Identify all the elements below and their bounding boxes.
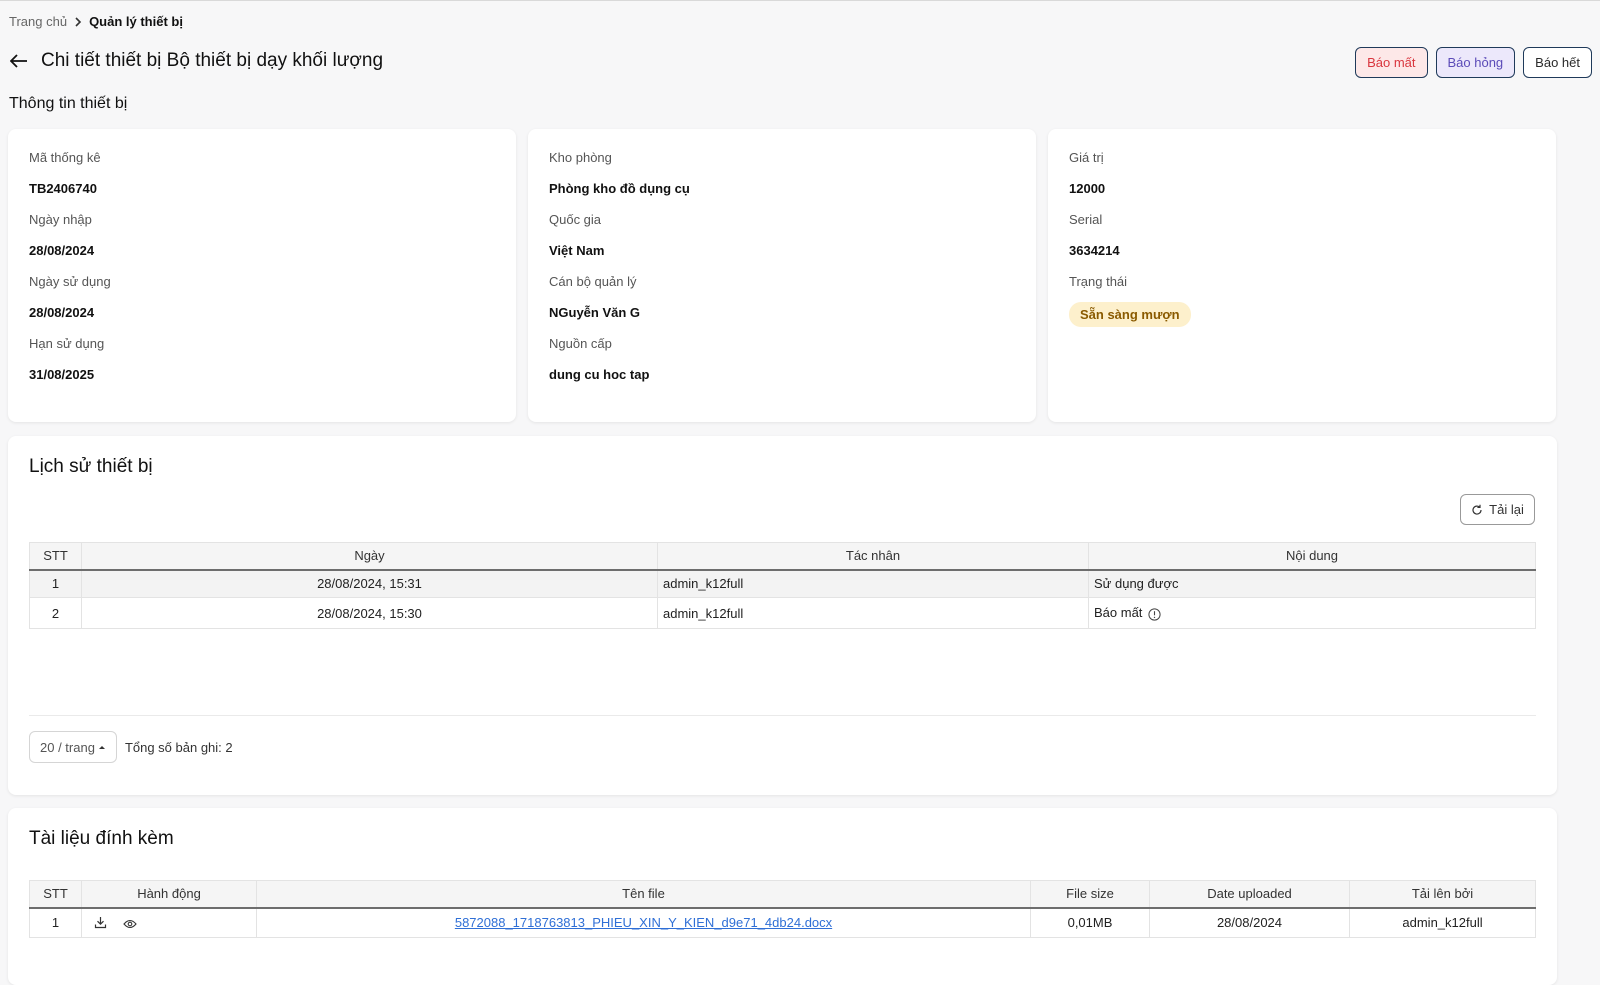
chevron-right-icon bbox=[73, 16, 83, 27]
history-title: Lịch sử thiết bị bbox=[29, 456, 153, 477]
status-badge: Sẵn sàng mượn bbox=[1069, 302, 1191, 327]
info-card-2: Kho phòng Phòng kho đồ dụng cụ Quốc gia … bbox=[528, 129, 1036, 422]
table-row[interactable]: 1 28/08/2024, 15:31 admin_k12full Sử dụn… bbox=[29, 569, 1536, 598]
pagination: 20 / trang Tổng số bản ghi: 2 bbox=[29, 731, 233, 763]
field-label: Hạn sử dụng bbox=[29, 336, 105, 351]
field-value: Phòng kho đồ dụng cụ bbox=[549, 181, 690, 196]
field-label: Nguồn cấp bbox=[549, 336, 612, 351]
column-header[interactable]: Tải lên bởi bbox=[1349, 880, 1536, 909]
column-header[interactable]: STT bbox=[29, 880, 82, 909]
column-header[interactable]: File size bbox=[1030, 880, 1150, 909]
reload-label: Tải lại bbox=[1489, 502, 1524, 517]
column-header[interactable]: Tên file bbox=[256, 880, 1031, 909]
title-row: Chi tiết thiết bị Bộ thiết bị dạy khối l… bbox=[9, 50, 383, 72]
field-label: Cán bộ quản lý bbox=[549, 274, 637, 289]
column-header[interactable]: Ngày bbox=[81, 542, 658, 571]
field-value: 28/08/2024 bbox=[29, 243, 95, 258]
cell-date: 28/08/2024, 15:30 bbox=[81, 597, 658, 629]
report-lost-button[interactable]: Báo mất bbox=[1355, 47, 1428, 78]
cell-date: 28/08/2024 bbox=[1149, 907, 1350, 938]
cell-actor: admin_k12full bbox=[657, 597, 1089, 629]
field-label: Kho phòng bbox=[549, 150, 612, 165]
field-value: NGuyễn Văn G bbox=[549, 305, 641, 320]
cell-filesize: 0,01MB bbox=[1030, 907, 1150, 938]
report-broken-button[interactable]: Báo hỏng bbox=[1435, 47, 1516, 78]
field-label: Serial bbox=[1069, 212, 1103, 227]
top-divider bbox=[0, 0, 1600, 1]
info-card-3: Giá trị 12000 Serial 3634214 Trạng thái … bbox=[1048, 129, 1556, 422]
page-title: Chi tiết thiết bị Bộ thiết bị dạy khối l… bbox=[41, 50, 384, 71]
field-value: 3634214 bbox=[1069, 243, 1120, 258]
content-text: Báo mất bbox=[1094, 605, 1143, 621]
field-value: 31/08/2025 bbox=[29, 367, 95, 382]
column-header[interactable]: Hành động bbox=[81, 880, 257, 909]
breadcrumb: Trang chủ Quản lý thiết bị bbox=[9, 14, 183, 29]
field-label: Quốc gia bbox=[549, 212, 602, 227]
arrow-left-icon[interactable] bbox=[9, 51, 29, 71]
download-icon[interactable] bbox=[91, 913, 109, 931]
cell-filename: 5872088_1718763813_PHIEU_XIN_Y_KIEN_d9e7… bbox=[256, 907, 1031, 938]
total-records: Tổng số bản ghi: 2 bbox=[124, 739, 233, 755]
attachments-table: STT Hành động Tên file File size Date up… bbox=[29, 880, 1536, 938]
field-label: Trạng thái bbox=[1069, 274, 1128, 289]
cell-actor: admin_k12full bbox=[657, 569, 1089, 598]
field-label: Ngày nhập bbox=[29, 212, 92, 227]
cell-stt: 1 bbox=[29, 907, 82, 938]
page-size-select[interactable]: 20 / trang bbox=[29, 731, 117, 763]
column-header[interactable]: Tác nhân bbox=[657, 542, 1089, 571]
info-circle-icon[interactable] bbox=[1148, 607, 1161, 621]
cell-content: Báo mất bbox=[1088, 597, 1536, 629]
field-value: 12000 bbox=[1069, 181, 1106, 196]
file-link[interactable]: 5872088_1718763813_PHIEU_XIN_Y_KIEN_d9e7… bbox=[455, 915, 832, 930]
table-footer-divider bbox=[29, 715, 1536, 716]
attachments-card: Tài liệu đính kèm STT Hành động Tên file… bbox=[8, 808, 1557, 985]
field-label: Mã thống kê bbox=[29, 150, 101, 165]
reload-icon bbox=[1471, 504, 1483, 516]
page: Trang chủ Quản lý thiết bị Chi tiết thiế… bbox=[0, 0, 1600, 985]
reload-button[interactable]: Tải lại bbox=[1460, 494, 1535, 525]
cell-stt: 2 bbox=[29, 597, 82, 629]
field-value: TB2406740 bbox=[29, 181, 97, 196]
history-card: Lịch sử thiết bị Tải lại STT Ngày Tác nh… bbox=[8, 436, 1557, 795]
info-card-1: Mã thống kê TB2406740 Ngày nhập 28/08/20… bbox=[8, 129, 516, 422]
table-row[interactable]: 2 28/08/2024, 15:30 admin_k12full Báo mấ… bbox=[29, 597, 1536, 629]
action-buttons: Báo mất Báo hỏng Báo hết bbox=[1355, 47, 1592, 78]
caret-up-icon bbox=[98, 744, 106, 750]
info-section-title: Thông tin thiết bị bbox=[9, 95, 128, 112]
table-header-row: STT Ngày Tác nhân Nội dung bbox=[29, 542, 1536, 571]
column-header[interactable]: STT bbox=[29, 542, 82, 571]
breadcrumb-current[interactable]: Quản lý thiết bị bbox=[89, 14, 183, 29]
cell-uploader: admin_k12full bbox=[1349, 907, 1536, 938]
breadcrumb-home[interactable]: Trang chủ bbox=[9, 14, 67, 29]
report-out-button[interactable]: Báo hết bbox=[1523, 47, 1592, 78]
table-header-row: STT Hành động Tên file File size Date up… bbox=[29, 880, 1536, 909]
table-row[interactable]: 1 5872088_1718763813_PHIEU_XIN_Y_KIEN_d9… bbox=[29, 907, 1536, 938]
field-label: Giá trị bbox=[1069, 150, 1104, 165]
column-header[interactable]: Date uploaded bbox=[1149, 880, 1350, 909]
field-value: 28/08/2024 bbox=[29, 305, 95, 320]
cell-date: 28/08/2024, 15:31 bbox=[81, 569, 658, 598]
cell-stt: 1 bbox=[29, 569, 82, 598]
field-value: Việt Nam bbox=[549, 243, 605, 258]
eye-icon[interactable] bbox=[121, 915, 139, 933]
field-label: Ngày sử dụng bbox=[29, 274, 111, 289]
cell-actions bbox=[81, 907, 257, 938]
history-table: STT Ngày Tác nhân Nội dung 1 28/08/2024,… bbox=[29, 542, 1536, 629]
cell-content: Sử dụng được bbox=[1088, 569, 1536, 598]
field-value: dung cu hoc tap bbox=[549, 367, 650, 382]
attachments-title: Tài liệu đính kèm bbox=[29, 828, 174, 849]
column-header[interactable]: Nội dung bbox=[1088, 542, 1536, 571]
page-size-value: 20 / trang bbox=[40, 739, 95, 755]
